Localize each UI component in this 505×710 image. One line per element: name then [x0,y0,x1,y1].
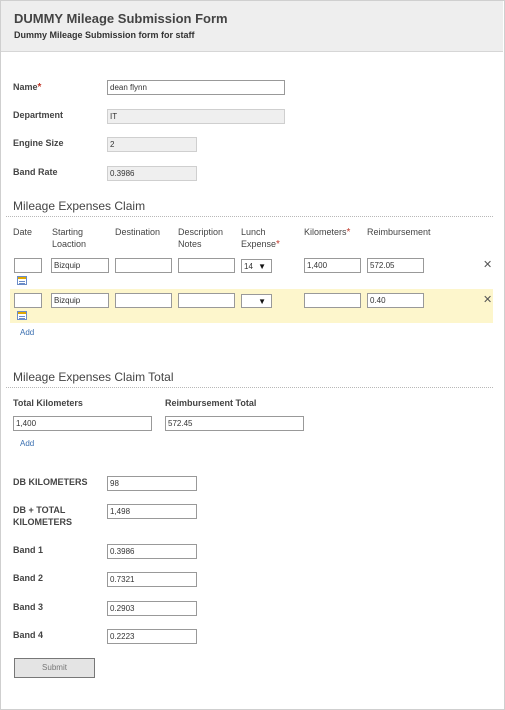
required-marker: * [346,227,351,238]
db-km-label: DB KILOMETERS [13,477,88,487]
section-divider [6,216,493,217]
row1-reimbursement-input[interactable]: 572.05 [367,258,424,273]
row2-reimbursement-input[interactable]: 0.40 [367,293,424,308]
col-starting-location: Starting Loaction [52,227,87,249]
add-row-link[interactable]: Add [20,328,34,337]
form-frame [0,0,505,710]
row2-date-input[interactable] [14,293,42,308]
add-total-link[interactable]: Add [20,439,34,448]
reimbursement-total-field[interactable]: 572.45 [165,416,304,431]
close-icon[interactable]: ✕ [483,293,492,306]
band-rate-field: 0.3986 [107,166,197,181]
section-divider [6,387,493,388]
col-description-notes: Description Notes [178,227,224,249]
col-lunch-expense: Lunch Expense* [241,227,280,250]
row1-destination-input[interactable] [115,258,172,273]
calendar-icon[interactable] [17,276,27,285]
total-km-label: Total Kilometers [13,398,83,408]
band1-field[interactable]: 0.3986 [107,544,197,559]
department-label: Department [13,110,64,120]
row2-destination-input[interactable] [115,293,172,308]
row1-date-input[interactable] [14,258,42,273]
required-marker: * [37,82,42,93]
band-rate-label: Band Rate [13,167,58,177]
name-label: Name* [13,82,42,93]
row2-starting-location-input[interactable]: Bizquip [51,293,109,308]
row1-kilometers-input[interactable]: 1,400 [304,258,361,273]
form-title: DUMMY Mileage Submission Form [14,11,228,26]
engine-size-field: 2 [107,137,197,152]
row2-lunch-select[interactable]: ▼ [241,294,272,308]
engine-size-label: Engine Size [13,138,64,148]
row1-description-input[interactable] [178,258,235,273]
reimbursement-total-label: Reimbursement Total [165,398,257,408]
required-marker: * [276,239,280,250]
db-total-km-label: DB + TOTAL KILOMETERS [13,505,73,527]
row2-description-input[interactable] [178,293,235,308]
close-icon[interactable]: ✕ [483,258,492,271]
db-total-km-field[interactable]: 1,498 [107,504,197,519]
claim-section-title: Mileage Expenses Claim [13,199,146,213]
form-header: DUMMY Mileage Submission Form Dummy Mile… [1,1,503,52]
submit-button[interactable]: Submit [14,658,95,678]
band1-label: Band 1 [13,545,44,555]
row1-starting-location-input[interactable]: Bizquip [51,258,109,273]
band4-field[interactable]: 0.2223 [107,629,197,644]
col-date: Date [13,227,33,237]
form-subtitle: Dummy Mileage Submission form for staff [14,30,195,40]
col-kilometers: Kilometers* [304,227,351,238]
calendar-icon[interactable] [17,311,27,320]
col-reimbursement: Reimbursement [367,227,431,237]
band3-label: Band 3 [13,602,44,612]
band4-label: Band 4 [13,630,44,640]
department-field: IT [107,109,285,124]
chevron-down-icon: ▼ [258,262,266,271]
db-km-field[interactable]: 98 [107,476,197,491]
row1-lunch-select[interactable]: 14 ▼ [241,259,272,273]
col-destination: Destination [115,227,161,237]
total-km-field[interactable]: 1,400 [13,416,152,431]
band2-field[interactable]: 0.7321 [107,572,197,587]
band3-field[interactable]: 0.2903 [107,601,197,616]
chevron-down-icon: ▼ [258,297,266,306]
totals-section-title: Mileage Expenses Claim Total [13,370,174,384]
name-field[interactable]: dean flynn [107,80,285,95]
row2-kilometers-input[interactable] [304,293,361,308]
band2-label: Band 2 [13,573,44,583]
